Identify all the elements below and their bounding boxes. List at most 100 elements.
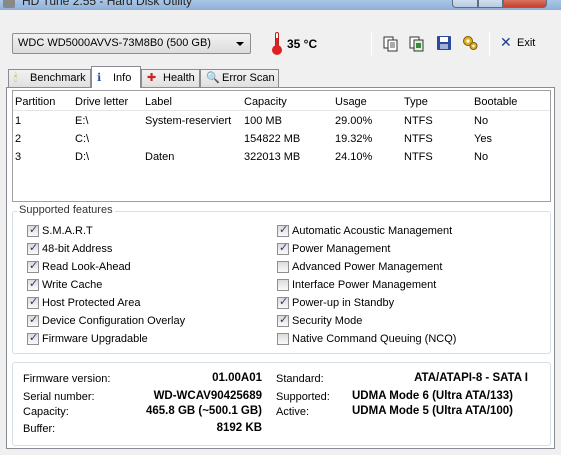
checkbox[interactable]: ✓ [27,314,39,327]
column-header[interactable]: Capacity [244,96,287,108]
copy-icon[interactable] [382,34,400,52]
table-cell: Daten [145,151,175,163]
check-icon: ✓ [29,314,39,326]
checkbox[interactable] [277,279,289,291]
feature-label: Power-up in Standby [292,297,395,309]
feature-label: Firmware Upgradable [42,333,148,345]
tab-health[interactable]: ✚ Health [141,69,200,87]
supported-value: UDMA Mode 6 (Ultra ATA/133) [352,390,514,402]
table-cell: D:\ [75,151,90,163]
app-icon [3,0,15,8]
toolbar: WDC WD5000AVVS-73M8B0 (500 GB) 35 °C ✕ E… [0,10,561,68]
feature-label: Interface Power Management [292,279,437,291]
tab-label: Health [163,72,195,84]
table-cell: 1 [15,115,22,127]
feature-label: Native Command Queuing (NCQ) [292,333,457,345]
buffer-label: Buffer: [23,423,56,435]
checkbox[interactable]: ✓ [27,260,39,273]
check-icon: ✓ [29,278,39,290]
checkbox[interactable]: ✓ [277,314,289,327]
checkbox[interactable]: ✓ [277,242,289,255]
checkbox[interactable]: ✓ [27,332,39,345]
table-cell: 100 MB [244,115,282,127]
info-icon: ℹ [97,72,102,84]
check-icon: ✓ [29,296,39,308]
title-bar: HD Tune 2.55 - Hard Disk Utility [0,0,561,10]
feature-label: Security Mode [292,315,363,327]
error-scan-icon: 🔍 [206,72,220,84]
save-icon[interactable] [435,34,453,52]
checkbox[interactable]: ✓ [277,224,289,237]
checkbox[interactable] [277,333,289,345]
table-cell: 29.00% [335,115,373,127]
exit-button[interactable]: ✕ Exit [500,34,540,52]
table-cell: Yes [474,133,492,145]
table-cell: E:\ [75,115,89,127]
partition-table[interactable]: Partition Drive letter Label Capacity Us… [12,90,551,202]
table-cell: 154822 MB [244,133,301,145]
temperature-value: 35 °C [287,37,318,51]
close-icon: ✕ [500,34,512,50]
checkbox[interactable]: ✓ [27,296,39,309]
tab-info[interactable]: ℹ Info [91,66,141,88]
drive-select[interactable]: WDC WD5000AVVS-73M8B0 (500 GB) [12,33,251,54]
drive-select-value: WDC WD5000AVVS-73M8B0 (500 GB) [18,37,211,49]
checkbox[interactable]: ✓ [27,278,39,291]
table-cell: NTFS [404,115,433,127]
column-header[interactable]: Type [404,96,428,108]
main-window: WDC WD5000AVVS-73M8B0 (500 GB) 35 °C ✕ E… [0,10,561,455]
table-cell: 3 [15,151,22,163]
supported-label: Supported: [276,391,330,403]
check-icon: ✓ [29,242,39,254]
benchmark-icon: 🕯 [14,72,18,84]
column-header[interactable]: Bootable [474,96,517,108]
check-icon: ✓ [29,332,39,344]
tab-label: Error Scan [222,72,275,84]
checkbox[interactable]: ✓ [27,224,39,237]
checkbox[interactable]: ✓ [277,296,289,309]
checkbox[interactable]: ✓ [27,242,39,255]
close-window-button[interactable] [503,0,547,8]
feature-label: Write Cache [42,279,103,291]
maximize-button[interactable] [478,0,503,8]
tab-label: Benchmark [30,72,86,84]
capacity-label: Capacity: [23,406,69,418]
active-value: UDMA Mode 5 (Ultra ATA/100) [352,405,514,417]
standard-value: ATA/ATAPI-8 - SATA I [414,372,528,384]
check-icon: ✓ [29,260,39,272]
column-header[interactable]: Drive letter [75,96,128,108]
feature-label: 48-bit Address [42,243,113,255]
options-icon[interactable] [461,34,479,52]
group-title: Supported features [17,204,115,216]
minimize-button[interactable] [452,0,478,8]
firmware-label: Firmware version: [23,373,111,385]
column-header[interactable]: Label [145,96,172,108]
check-icon: ✓ [279,224,289,236]
table-row[interactable]: 3 D:\ Daten 322013 MB 24.10% NTFS No [13,149,550,167]
toolbar-separator [371,32,372,56]
chevron-down-icon [236,42,244,46]
active-label: Active: [276,406,310,418]
tab-error-scan[interactable]: 🔍 Error Scan [200,69,279,87]
tab-benchmark[interactable]: 🕯 Benchmark [8,69,91,87]
table-cell: System-reserviert [145,115,232,127]
table-row[interactable]: 2 C:\ 154822 MB 19.32% NTFS Yes [13,131,550,149]
column-header[interactable]: Usage [335,96,367,108]
drive-info-group: Firmware version: 01.00A01 Serial number… [12,362,551,446]
copy-all-icon[interactable] [408,34,426,52]
checkbox[interactable] [277,261,289,273]
tab-strip: 🕯 Benchmark ℹ Info ✚ Health 🔍 Error Scan [0,66,561,88]
table-cell: 19.32% [335,133,373,145]
supported-features-group: Supported features ✓ S.M.A.R.T ✓ 48-bit … [12,204,551,354]
table-cell: NTFS [404,151,433,163]
exit-label: Exit [517,37,536,49]
table-header: Partition Drive letter Label Capacity Us… [13,91,550,111]
feature-label: Power Management [292,243,391,255]
capacity-value: 465.8 GB (~500.1 GB) [145,405,262,417]
serial-label: Serial number: [23,391,95,403]
standard-label: Standard: [276,373,324,385]
check-icon: ✓ [279,314,289,326]
column-header[interactable]: Partition [15,96,55,108]
table-row[interactable]: 1 E:\ System-reserviert 100 MB 29.00% NT… [13,113,550,131]
feature-label: Read Look-Ahead [42,261,131,273]
